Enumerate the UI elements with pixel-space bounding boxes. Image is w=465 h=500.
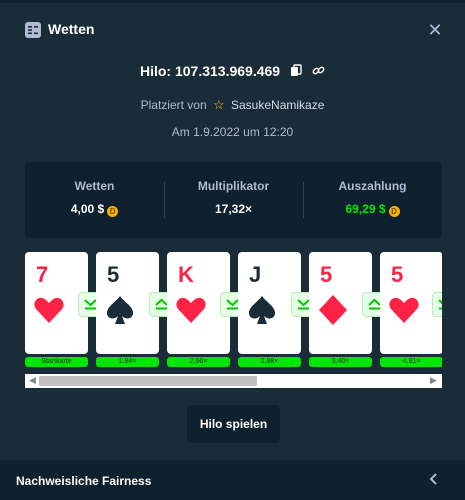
- stat-payout: Auszahlung 69,29 $ D: [303, 162, 442, 238]
- scroll-left-arrow[interactable]: ◀: [29, 375, 36, 386]
- close-icon[interactable]: ✕: [425, 20, 445, 40]
- multiplier-chip: 2,66×: [167, 357, 230, 367]
- provable-fairness-label: Nachweisliche Fairness: [16, 474, 152, 488]
- multiplier-chip: 4,91×: [380, 357, 442, 367]
- bet-details-modal: Wetten ✕ Hilo: 107.313.969.469 Platziert…: [0, 0, 465, 500]
- diamond-icon: [319, 295, 347, 325]
- play-hilo-button[interactable]: Hilo spielen: [187, 405, 280, 443]
- username-link[interactable]: SasukeNamikaze: [231, 98, 324, 112]
- card-rank: K: [178, 262, 194, 287]
- cards-strip[interactable]: 7 Startkarte 5 1,84× K 2,66× J 2,88× 5 3…: [25, 252, 442, 372]
- card-rank: 7: [36, 262, 49, 287]
- payout-value-row: 69,29 $ D: [303, 202, 442, 217]
- wager-value-row: 4,00 $ D: [25, 202, 164, 217]
- multiplier-chip: 2,88×: [238, 357, 301, 367]
- multiplier-chip: 1,84×: [96, 357, 159, 367]
- multiplier-chip: 3,40×: [309, 357, 372, 367]
- payout-label: Auszahlung: [338, 179, 407, 193]
- star-icon: ☆: [213, 97, 225, 112]
- card-rank: 5: [107, 262, 120, 287]
- stats-panel: Wetten 4,00 $ D Multiplikator 17,32× Ausz…: [25, 162, 442, 238]
- lower-or-same-icon: [432, 292, 442, 317]
- wager-value: 4,00 $: [70, 202, 105, 216]
- horizontal-scrollbar[interactable]: ◀ ▶: [25, 374, 442, 388]
- placed-by-label: Platziert von: [140, 98, 207, 112]
- heart-icon: [389, 297, 419, 323]
- heart-icon: [34, 297, 64, 323]
- modal-header: Wetten ✕: [0, 0, 465, 60]
- bet-id: Hilo: 107.313.969.469: [139, 62, 281, 79]
- card-rank: 5: [391, 262, 404, 287]
- coin-icon: D: [388, 206, 400, 217]
- modal-title: Wetten: [48, 21, 95, 37]
- scroll-thumb[interactable]: [39, 376, 257, 386]
- multiplier-label: Multiplikator: [197, 179, 270, 193]
- stat-wager: Wetten 4,00 $ D: [25, 162, 164, 238]
- scroll-right-arrow[interactable]: ▶: [430, 375, 437, 386]
- copy-icon[interactable]: [290, 64, 303, 77]
- provable-fairness-row[interactable]: Nachweisliche Fairness: [0, 460, 465, 500]
- card-rank: J: [249, 262, 262, 287]
- card-rank: 5: [320, 262, 333, 287]
- bet-date: Am 1.9.2022 um 12:20: [171, 125, 294, 139]
- coin-icon: D: [107, 206, 119, 217]
- chevron-left-icon: [426, 471, 442, 487]
- wager-label: Wetten: [74, 179, 115, 193]
- heart-icon: [176, 297, 206, 323]
- bet-id-row: Hilo: 107.313.969.469: [0, 62, 465, 82]
- spade-icon: [106, 296, 134, 324]
- spade-icon: [248, 296, 276, 324]
- multiplier-chip: Startkarte: [25, 357, 88, 367]
- placed-by-row: Platziert von ☆ SasukeNamikaze: [0, 97, 465, 113]
- multiplier-value: 17,32×: [214, 202, 253, 216]
- bets-icon: [25, 22, 41, 38]
- link-icon[interactable]: [312, 64, 325, 77]
- stat-multiplier: Multiplikator 17,32×: [164, 162, 303, 238]
- payout-value: 69,29 $: [345, 202, 386, 216]
